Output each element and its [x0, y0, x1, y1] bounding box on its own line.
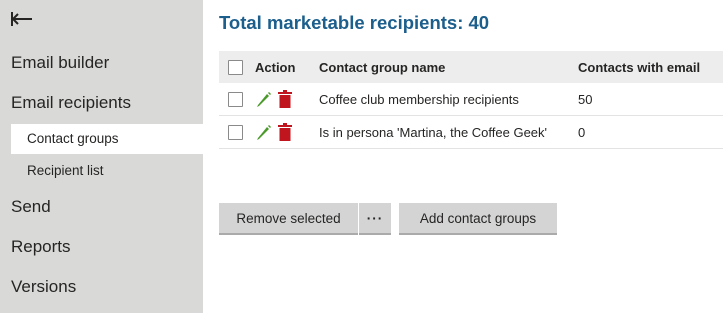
edit-icon[interactable]: [255, 90, 271, 108]
sidebar-item-email-builder[interactable]: Email builder: [11, 53, 109, 73]
add-contact-groups-button[interactable]: Add contact groups: [399, 203, 557, 235]
contacts-with-email-count: 0: [578, 124, 586, 140]
delete-icon[interactable]: [278, 90, 294, 108]
sidebar-item-recipient-list[interactable]: Recipient list: [11, 156, 203, 186]
contact-group-name: Is in persona 'Martina, the Coffee Geek': [319, 124, 548, 140]
table-row: Coffee club membership recipients 50: [219, 83, 723, 116]
arrow-left-icon[interactable]: [10, 10, 34, 28]
sidebar-item-send[interactable]: Send: [11, 197, 51, 217]
sidebar-item-versions[interactable]: Versions: [11, 277, 76, 297]
column-header-contacts-with-email[interactable]: Contacts with email: [578, 51, 700, 83]
table-header: Action Contact group name Contacts with …: [219, 51, 723, 83]
select-all-checkbox[interactable]: [228, 59, 243, 75]
column-header-action: Action: [255, 59, 296, 75]
sidebar-item-email-recipients[interactable]: Email recipients: [11, 93, 131, 113]
row-checkbox[interactable]: [228, 124, 243, 140]
contact-group-name: Coffee club membership recipients: [319, 91, 519, 107]
sidebar: Email builder Email recipients Contact g…: [0, 0, 203, 313]
contact-groups-table: Action Contact group name Contacts with …: [219, 51, 723, 149]
edit-icon[interactable]: [255, 123, 271, 141]
sidebar-item-contact-groups[interactable]: Contact groups: [11, 124, 203, 154]
column-header-contact-group-name[interactable]: Contact group name: [319, 51, 445, 83]
sidebar-item-reports[interactable]: Reports: [11, 237, 71, 257]
table-row: Is in persona 'Martina, the Coffee Geek'…: [219, 116, 723, 149]
delete-icon[interactable]: [278, 123, 294, 141]
more-actions-button[interactable]: ···: [359, 203, 391, 235]
contacts-with-email-count: 50: [578, 91, 593, 107]
remove-selected-button[interactable]: Remove selected: [219, 203, 358, 235]
row-checkbox[interactable]: [228, 91, 243, 107]
page-title: Total marketable recipients: 40: [219, 12, 490, 33]
